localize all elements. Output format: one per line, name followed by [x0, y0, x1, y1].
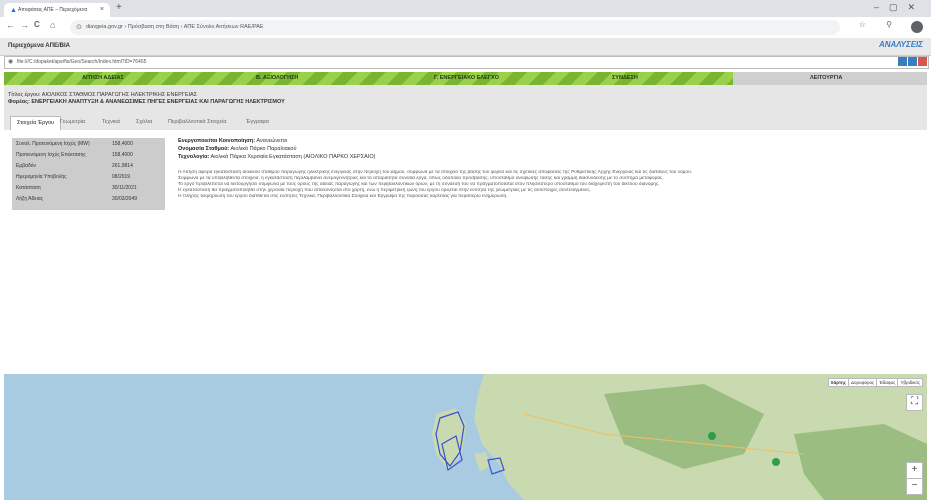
summary-label: Συνολ. Προτεινόμενη Ισχύς (MW) [16, 141, 90, 147]
map-type-terrain[interactable]: Έδαφος [876, 378, 899, 387]
favicon-icon: ▲ [10, 7, 17, 14]
progress-step-4: ΣΥΝΔΕΣΗ [612, 75, 638, 81]
map-canvas[interactable] [4, 374, 927, 500]
summary-value: 30/11/2021 [112, 185, 137, 191]
tab-technical[interactable]: Τεχνικά [96, 116, 126, 130]
summary-label: Λήξη Άδειας [16, 196, 44, 202]
profile-avatar[interactable] [911, 21, 923, 33]
info-line-3: Τεχνολογία: Αιολικά Πάρκα Χερσαία Εγκατά… [178, 154, 376, 160]
description-line: Η πλήρης τεκμηρίωση του έργου διατίθεται… [178, 194, 508, 199]
summary-label: Κατάσταση [16, 185, 41, 191]
page-icon: ◉ [8, 59, 14, 65]
close-icon[interactable] [918, 57, 927, 66]
summary-value: 08/2019 [112, 174, 131, 180]
tab-environment[interactable]: Περιβαλλοντικά Στοιχεία [162, 116, 232, 130]
close-tab-icon[interactable]: × [100, 6, 104, 13]
map-type-hybrid[interactable]: Υβριδικός [897, 378, 923, 387]
fullscreen-icon[interactable]: ⛶ [906, 394, 923, 411]
app-title-bar: Περιεχόμενα ΑΠΕ/ΒΙΑ ΑΝΑΛΥΣΕΙΣ [0, 38, 931, 56]
summary-label: Προτεινόμενη Ισχύς Επέκτασης [16, 152, 86, 158]
tab-geometry[interactable]: Γεωμετρία [54, 116, 91, 130]
app-title: Περιεχόμενα ΑΠΕ/ΒΙΑ [8, 43, 70, 49]
forward-icon[interactable]: → [20, 20, 29, 30]
address-bar[interactable]: ⊙ diavgeia.gov.gr › Πρόσβαση στη Βάση › … [70, 20, 840, 35]
info-line-2: Ονομασία Σταθμού: Αιολικό Πάρκο Παραλιακ… [178, 146, 297, 152]
progress-step-1: ΑΙΤΗΣΗ ΑΔΕΙΑΣ [82, 75, 124, 81]
browser-tab-title: Αποφάσεις ΑΠΕ – Περιεχόμενα [18, 7, 88, 13]
project-owner: Φορέας: ΕΝΕΡΓΕΙΑΚΗ ΑΝΑΠΤΥΞΗ & ΑΝΑΝΕΩΣΙΜΕ… [8, 99, 285, 105]
new-tab-button[interactable]: + [116, 2, 122, 13]
info-line-1: Ενεργοποιείται Κοινοποίηση: Ανανεώνεται [178, 138, 288, 144]
app-window-buttons [897, 57, 927, 68]
progress-step-5: ΛΕΙΤΟΥΡΓΙΑ [810, 75, 843, 81]
zoom-in-button[interactable]: + [906, 462, 923, 479]
address-url: diavgeia.gov.gr › Πρόσβαση στη Βάση › ΑΠ… [86, 24, 264, 30]
tab-comments[interactable]: Σχόλια [130, 116, 158, 130]
zoom-out-button[interactable]: − [906, 478, 923, 495]
lock-icon: ⊙ [76, 24, 82, 31]
home-icon[interactable]: ⌂ [50, 20, 55, 30]
map-marker-icon[interactable] [772, 458, 780, 466]
project-summary-panel: Συνολ. Προτεινόμενη Ισχύς (MW) 158,4000 … [12, 138, 165, 210]
summary-value: 158,4000 [112, 152, 133, 158]
bookmark-icon[interactable]: ☆ ⚲ [859, 20, 901, 29]
tab-documents[interactable]: Έγγραφα [240, 116, 275, 130]
progress-step-2: Β. ΑΞΙΟΛΟΓΗΣΗ [256, 75, 299, 81]
back-icon[interactable]: ← [6, 20, 15, 30]
summary-label: Ημερομηνία Υποβολής [16, 174, 67, 180]
project-title: Τίτλος έργου: ΑΙΟΛΙΚΟΣ ΣΤΑΘΜΟΣ ΠΑΡΑΓΩΓΗΣ… [8, 92, 198, 98]
inner-address-bar[interactable]: ◉ file:///C:/dopaket/ape/fis/Geo/Search/… [4, 56, 929, 69]
map-type-satellite[interactable]: Δορυφόρος [848, 378, 878, 387]
summary-value: 30/03/2049 [112, 196, 138, 202]
reload-icon[interactable]: C [34, 20, 40, 29]
map-marker-icon[interactable] [708, 432, 716, 440]
summary-value: 261,9814 [112, 163, 133, 169]
minimize-icon[interactable] [898, 57, 907, 66]
map-type-control: Χάρτης Δορυφόρος Έδαφος Υβριδικός [827, 378, 923, 387]
project-description: Η Αίτηση αφορά εγκατάσταση αιολικού σταθ… [178, 170, 923, 200]
project-map[interactable] [4, 374, 927, 500]
window-controls[interactable]: –▢✕ [874, 2, 925, 13]
app-logo: ΑΝΑΛΥΣΕΙΣ [878, 40, 923, 49]
summary-value: 158,4000 [112, 141, 133, 147]
map-type-map[interactable]: Χάρτης [827, 378, 850, 387]
browser-tab-strip: ▲ Αποφάσεις ΑΠΕ – Περιεχόμενα × + –▢✕ [0, 0, 931, 17]
progress-step-3: Γ. ΕΝΕΡΓΕΙΑΚΟ ΕΛΕΓΧΟ [434, 75, 499, 81]
project-header: Τίτλος έργου: ΑΙΟΛΙΚΟΣ ΣΤΑΘΜΟΣ ΠΑΡΑΓΩΓΗΣ… [4, 85, 927, 111]
inner-url: file:///C:/dopaket/ape/fis/Geo/Search/In… [17, 59, 147, 65]
maximize-icon[interactable] [908, 57, 917, 66]
detail-tabs: Στοιχεία Έργου Γεωμετρία Τεχνικά Σχόλια … [4, 111, 927, 132]
browser-tab[interactable]: ▲ Αποφάσεις ΑΠΕ – Περιεχόμενα × [4, 3, 110, 17]
licensing-progress-bar: ΑΙΤΗΣΗ ΑΔΕΙΑΣ Β. ΑΞΙΟΛΟΓΗΣΗ Γ. ΕΝΕΡΓΕΙΑΚ… [4, 72, 927, 85]
summary-label: Εμβαδόν [16, 163, 37, 169]
